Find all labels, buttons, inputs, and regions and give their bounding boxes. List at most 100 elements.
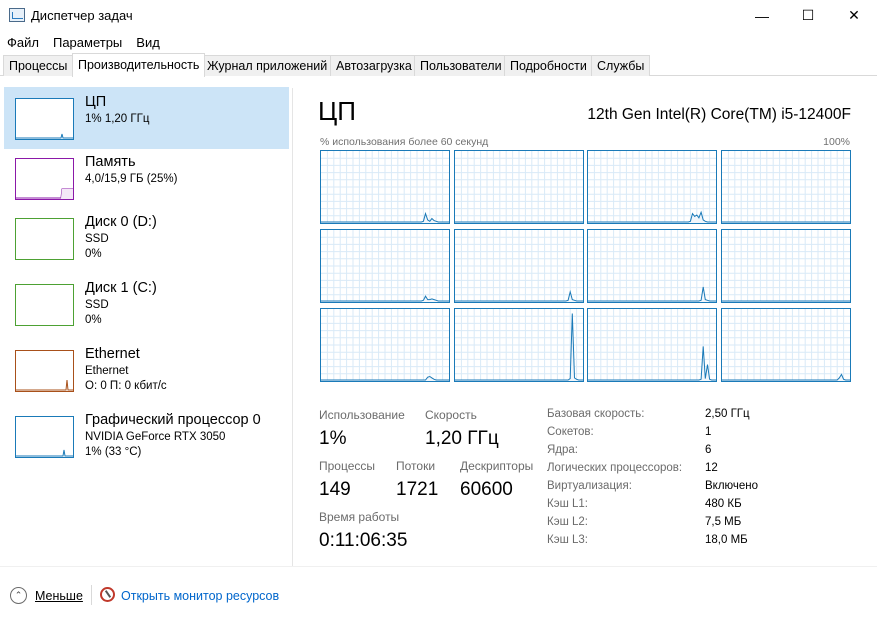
uptime-value: 0:11:06:35	[319, 530, 408, 551]
resource-subtitle: 4,0/15,9 ГБ (25%)	[85, 173, 178, 185]
threads-label: Потоки	[396, 459, 436, 473]
core-graph-svg	[321, 309, 449, 381]
cpu-model-name: 12th Gen Intel(R) Core(TM) i5-12400F	[587, 106, 851, 123]
resource-title: Диск 1 (C:)	[85, 280, 157, 296]
info-value-sockets: 1	[705, 426, 712, 438]
info-label-virtualization: Виртуализация:	[547, 480, 632, 492]
info-value-cores: 6	[705, 444, 712, 456]
disk1-thumbnail	[15, 284, 74, 326]
resource-subtitle: NVIDIA GeForce RTX 3050	[85, 431, 226, 443]
core-graph-0	[320, 150, 450, 224]
tab-app-history[interactable]: Журнал приложений	[201, 55, 334, 76]
core-graph-6	[587, 229, 718, 303]
speed-value: 1,20 ГГц	[425, 428, 499, 449]
info-label-sockets: Сокетов:	[547, 426, 594, 438]
resource-item-memory[interactable]: Память 4,0/15,9 ГБ (25%)	[4, 147, 289, 209]
cpu-heading: ЦП	[318, 96, 356, 126]
info-label-cores: Ядра:	[547, 444, 579, 456]
info-value-virtualization: Включено	[705, 480, 759, 492]
tab-services[interactable]: Службы	[591, 55, 651, 76]
memory-thumbnail	[15, 158, 74, 200]
resource-item-disk-1[interactable]: Диск 1 (C:) SSD 0%	[4, 273, 289, 335]
open-resource-monitor-link[interactable]: Открыть монитор ресурсов	[121, 589, 279, 603]
graph-caption: % использования более 60 секунд	[320, 136, 489, 148]
menu-bar: Файл Параметры Вид	[0, 31, 877, 53]
cpu-thumbnail	[15, 98, 74, 140]
tab-users[interactable]: Пользователи	[414, 55, 508, 76]
core-graph-svg	[588, 309, 717, 381]
processes-value: 149	[319, 479, 351, 500]
resource-monitor-icon[interactable]	[100, 587, 115, 602]
window-title: Диспетчер задач	[31, 8, 133, 23]
resource-title: Память	[85, 154, 136, 170]
resource-item-disk-0[interactable]: Диск 0 (D:) SSD 0%	[4, 207, 289, 269]
maximize-button[interactable]: ☐	[785, 0, 831, 31]
resource-subtitle: 1% 1,20 ГГц	[85, 113, 150, 125]
usage-value: 1%	[319, 428, 347, 449]
core-graph-svg	[321, 230, 449, 302]
resource-subtitle: SSD	[85, 233, 109, 245]
core-graph-svg	[721, 309, 850, 381]
cpu-core-graphs	[320, 150, 851, 383]
info-label-cache-l2: Кэш L2:	[547, 516, 588, 528]
core-graph-11	[720, 308, 851, 382]
title-bar[interactable]: Диспетчер задач — ☐ ✕	[0, 0, 877, 31]
resource-title: Ethernet	[85, 346, 140, 362]
disk0-thumbnail	[15, 218, 74, 260]
info-value-logical-processors: 12	[705, 462, 718, 474]
resource-item-ethernet[interactable]: Ethernet Ethernet О: 0 П: 0 кбит/с	[4, 339, 289, 401]
core-graph-2	[587, 150, 718, 224]
fewer-details-link[interactable]: Меньше	[35, 589, 83, 603]
processes-label: Процессы	[319, 459, 376, 473]
menu-view[interactable]: Вид	[129, 35, 167, 50]
core-graph-1	[453, 150, 584, 224]
core-graph-9	[453, 308, 584, 382]
resource-value: 0%	[85, 248, 102, 260]
info-value-cache-l3: 18,0 МБ	[705, 534, 748, 546]
tab-performance[interactable]: Производительность	[72, 53, 206, 77]
resource-value: 1% (33 °C)	[85, 446, 142, 458]
info-label-cache-l1: Кэш L1:	[547, 498, 588, 510]
tab-processes[interactable]: Процессы	[3, 55, 74, 76]
info-value-cache-l1: 480 КБ	[705, 498, 742, 510]
core-graph-svg	[721, 151, 850, 223]
resource-item-gpu[interactable]: Графический процессор 0 NVIDIA GeForce R…	[4, 405, 289, 467]
resource-item-cpu[interactable]: ЦП 1% 1,20 ГГц	[4, 87, 289, 149]
panel-divider[interactable]	[292, 88, 293, 566]
info-label-base-speed: Базовая скорость:	[547, 408, 645, 420]
core-graph-8	[320, 308, 450, 382]
resource-title: Графический процессор 0	[85, 412, 261, 428]
footer-divider	[0, 566, 877, 567]
minimize-button[interactable]: —	[739, 0, 785, 31]
info-value-base-speed: 2,50 ГГц	[705, 408, 750, 420]
core-graph-10	[587, 308, 718, 382]
handles-label: Дескрипторы	[460, 459, 534, 473]
core-graph-svg	[321, 151, 449, 223]
resource-title: ЦП	[85, 94, 107, 110]
menu-options[interactable]: Параметры	[46, 35, 129, 50]
core-graph-svg	[454, 151, 583, 223]
close-button[interactable]: ✕	[831, 0, 877, 31]
uptime-label: Время работы	[319, 510, 400, 524]
tab-strip: Процессы Производительность Журнал прило…	[0, 53, 877, 77]
resource-subtitle: Ethernet	[85, 365, 129, 377]
tab-details[interactable]: Подробности	[504, 55, 593, 76]
core-graph-svg	[588, 230, 717, 302]
gpu-thumbnail	[15, 416, 74, 458]
core-graph-svg	[454, 230, 583, 302]
core-graph-7	[720, 229, 851, 303]
resource-list: ЦП 1% 1,20 ГГц Память 4,0/15,9 ГБ (25%) …	[0, 77, 292, 564]
resource-subtitle: SSD	[85, 299, 109, 311]
core-graph-5	[453, 229, 584, 303]
usage-label: Использование	[319, 408, 405, 422]
graph-max-label: 100%	[823, 136, 850, 148]
resource-title: Диск 0 (D:)	[85, 214, 157, 230]
chevron-up-icon[interactable]: ⌃	[10, 587, 27, 604]
core-graph-svg	[721, 230, 850, 302]
task-manager-icon	[9, 8, 25, 22]
tab-startup[interactable]: Автозагрузка	[330, 55, 418, 76]
footer-separator	[91, 585, 92, 605]
core-graph-svg	[454, 309, 583, 381]
core-graph-3	[720, 150, 851, 224]
menu-file[interactable]: Файл	[0, 35, 46, 50]
